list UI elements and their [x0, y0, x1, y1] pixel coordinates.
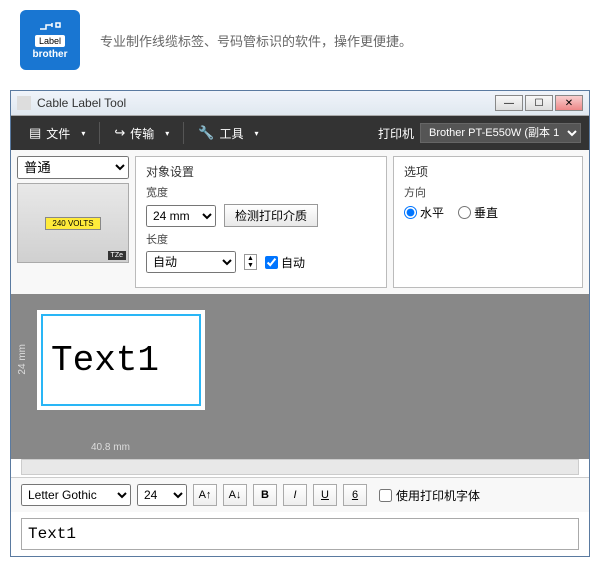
label-preview[interactable]: Text1: [41, 314, 201, 406]
direction-horizontal-radio[interactable]: [404, 206, 417, 219]
window-title: Cable Label Tool: [37, 96, 495, 110]
auto-length-checkbox[interactable]: [265, 256, 278, 269]
close-button[interactable]: ✕: [555, 95, 583, 111]
file-label: 文件: [46, 125, 70, 142]
font-select[interactable]: Letter Gothic: [21, 484, 131, 506]
app-icon-label: Label: [35, 35, 65, 47]
horizontal-label: 水平: [420, 204, 444, 221]
text-input[interactable]: [21, 518, 579, 550]
app-window: Cable Label Tool — ☐ ✕ ▤ 文件 ▾ ↪ 传输 ▾ 🔧 工…: [10, 90, 590, 557]
chevron-down-icon: ▾: [254, 129, 258, 138]
category-select[interactable]: 普通: [17, 156, 129, 179]
wrench-icon: 🔧: [198, 125, 214, 141]
width-label: 宽度: [146, 184, 376, 200]
increase-font-button[interactable]: A↑: [193, 484, 217, 506]
tape-badge: TZe: [108, 251, 126, 260]
format-toolbar: Letter Gothic 24 A↑ A↓ B I U 6 使用打印机字体: [11, 477, 589, 512]
maximize-button[interactable]: ☐: [525, 95, 553, 111]
tools-label: 工具: [219, 125, 243, 142]
detect-media-button[interactable]: 检测打印介质: [224, 204, 318, 227]
length-label: 长度: [146, 231, 376, 247]
object-settings-title: 对象设置: [146, 163, 376, 180]
ruler-horizontal: 40.8 mm: [91, 442, 130, 453]
direction-vertical-radio[interactable]: [458, 206, 471, 219]
app-icon-brand: brother: [33, 49, 68, 60]
config-panel: 普通 240 VOLTS TZe 对象设置 宽度 24 mm 检测打印介质 长度…: [11, 150, 589, 294]
transfer-menu[interactable]: ↪ 传输 ▾: [104, 121, 179, 146]
length-select[interactable]: 自动: [146, 251, 236, 273]
label-text: Text1: [51, 340, 159, 381]
decrease-font-button[interactable]: A↓: [223, 484, 247, 506]
tape-preview-thumb: 240 VOLTS TZe: [17, 183, 129, 263]
object-settings-panel: 对象设置 宽度 24 mm 检测打印介质 长度 自动 ▲▼ 自动: [135, 156, 387, 288]
auto-length-label: 自动: [281, 254, 305, 271]
transfer-label: 传输: [130, 125, 154, 142]
app-icon: Label brother: [20, 10, 80, 70]
font-size-select[interactable]: 24: [137, 484, 187, 506]
chevron-down-icon: ▾: [165, 129, 169, 138]
use-printer-font-label: 使用打印机字体: [396, 487, 480, 504]
vertical-label: 垂直: [474, 204, 498, 221]
ruler-vertical: 24 mm: [17, 344, 28, 375]
direction-label: 方向: [404, 184, 572, 200]
printer-label: 打印机: [378, 125, 414, 142]
window-icon: [17, 96, 31, 110]
strike-button[interactable]: 6: [343, 484, 367, 506]
options-panel: 选项 方向 水平 垂直: [393, 156, 583, 288]
thumb-sample-text: 240 VOLTS: [45, 217, 100, 230]
app-description: 专业制作线缆标签、号码管标识的软件，操作更便捷。: [100, 31, 412, 50]
width-select[interactable]: 24 mm: [146, 205, 216, 227]
tools-menu[interactable]: 🔧 工具 ▾: [188, 121, 268, 146]
underline-button[interactable]: U: [313, 484, 337, 506]
bold-button[interactable]: B: [253, 484, 277, 506]
main-toolbar: ▤ 文件 ▾ ↪ 传输 ▾ 🔧 工具 ▾ 打印机 Brother PT-E550…: [11, 116, 589, 150]
minimize-button[interactable]: —: [495, 95, 523, 111]
italic-button[interactable]: I: [283, 484, 307, 506]
length-stepper[interactable]: ▲▼: [244, 254, 257, 270]
options-title: 选项: [404, 163, 572, 180]
transfer-icon: ↪: [114, 125, 125, 141]
chevron-down-icon: ▾: [81, 129, 85, 138]
printer-select[interactable]: Brother PT-E550W (副本 1: [420, 123, 581, 143]
use-printer-font-checkbox[interactable]: [379, 489, 392, 502]
file-icon: ▤: [29, 125, 41, 141]
horizontal-scrollbar[interactable]: [21, 459, 579, 475]
canvas-area: 24 mm Text1 40.8 mm: [11, 294, 589, 459]
file-menu[interactable]: ▤ 文件 ▾: [19, 121, 95, 146]
titlebar: Cable Label Tool — ☐ ✕: [11, 91, 589, 116]
